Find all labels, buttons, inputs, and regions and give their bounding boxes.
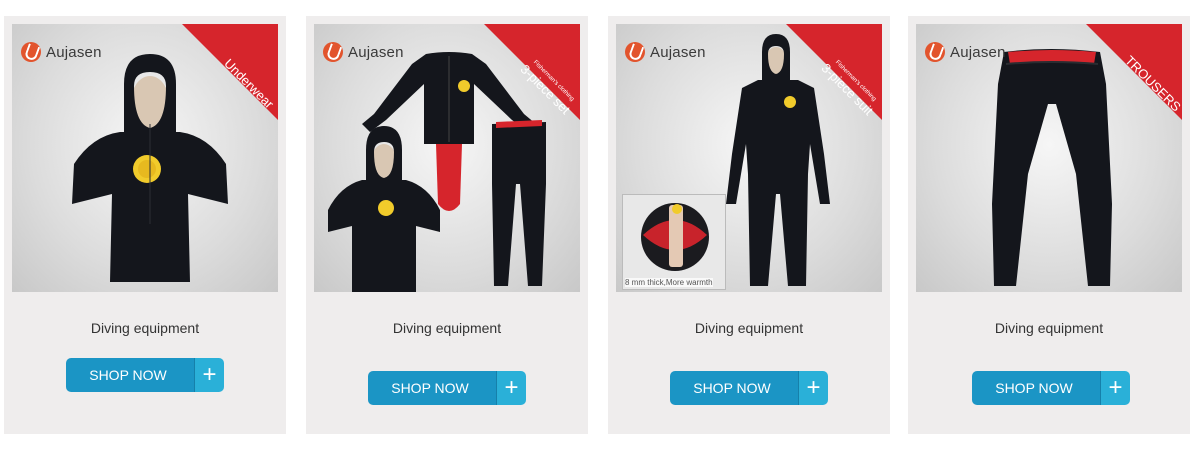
shop-now-label: SHOP NOW	[66, 358, 194, 392]
brand-logo: Aujasen	[323, 42, 404, 62]
brand-name: Aujasen	[950, 43, 1006, 61]
category-ribbon: Fisherman's clothing 3-piece suit	[786, 24, 882, 120]
category-ribbon: TROUSERS	[1086, 24, 1182, 120]
product-title[interactable]: Diving equipment	[306, 320, 588, 336]
product-title[interactable]: Diving equipment	[608, 320, 890, 336]
logo-icon	[925, 42, 945, 62]
product-photo[interactable]: Aujasen Fisherman's clothing 3-piece set	[314, 24, 580, 292]
product-photo[interactable]: Aujasen Underwear	[12, 24, 278, 292]
product-title[interactable]: Diving equipment	[908, 320, 1190, 336]
shop-now-button[interactable]: SHOP NOW +	[972, 371, 1130, 405]
product-photo[interactable]: Aujasen Fisherman's clothing 3-piece sui…	[616, 24, 882, 292]
shop-now-button[interactable]: SHOP NOW +	[368, 371, 526, 405]
product-card: Aujasen TROUSERS Diving equipment SHOP N…	[908, 16, 1190, 434]
brand-name: Aujasen	[348, 43, 404, 61]
product-title[interactable]: Diving equipment	[4, 320, 286, 336]
shop-now-label: SHOP NOW	[368, 371, 496, 405]
brand-logo: Aujasen	[925, 42, 1006, 62]
brand-name: Aujasen	[650, 43, 706, 61]
product-card: Aujasen Fisherman's clothing 3-piece set…	[306, 16, 588, 434]
logo-icon	[625, 42, 645, 62]
thickness-detail-inset: 8 mm thick,More warmth	[622, 194, 726, 290]
shop-now-button[interactable]: SHOP NOW +	[66, 358, 224, 392]
logo-icon	[21, 42, 41, 62]
brand-logo: Aujasen	[21, 42, 102, 62]
product-card: Aujasen Fisherman's clothing 3-piece sui…	[608, 16, 890, 434]
brand-name: Aujasen	[46, 43, 102, 61]
brand-logo: Aujasen	[625, 42, 706, 62]
plus-icon: +	[496, 371, 526, 405]
plus-icon: +	[1100, 371, 1130, 405]
product-photo[interactable]: Aujasen TROUSERS	[916, 24, 1182, 292]
shop-now-button[interactable]: SHOP NOW +	[670, 371, 828, 405]
shop-now-label: SHOP NOW	[670, 371, 798, 405]
shop-now-label: SHOP NOW	[972, 371, 1100, 405]
logo-icon	[323, 42, 343, 62]
thickness-detail-image	[641, 203, 709, 271]
plus-icon: +	[194, 358, 224, 392]
plus-icon: +	[798, 371, 828, 405]
category-ribbon: Underwear	[182, 24, 278, 120]
inset-caption: 8 mm thick,More warmth	[625, 278, 713, 287]
product-card: Aujasen Underwear Diving equipment SHOP …	[4, 16, 286, 434]
category-ribbon: Fisherman's clothing 3-piece set	[484, 24, 580, 120]
